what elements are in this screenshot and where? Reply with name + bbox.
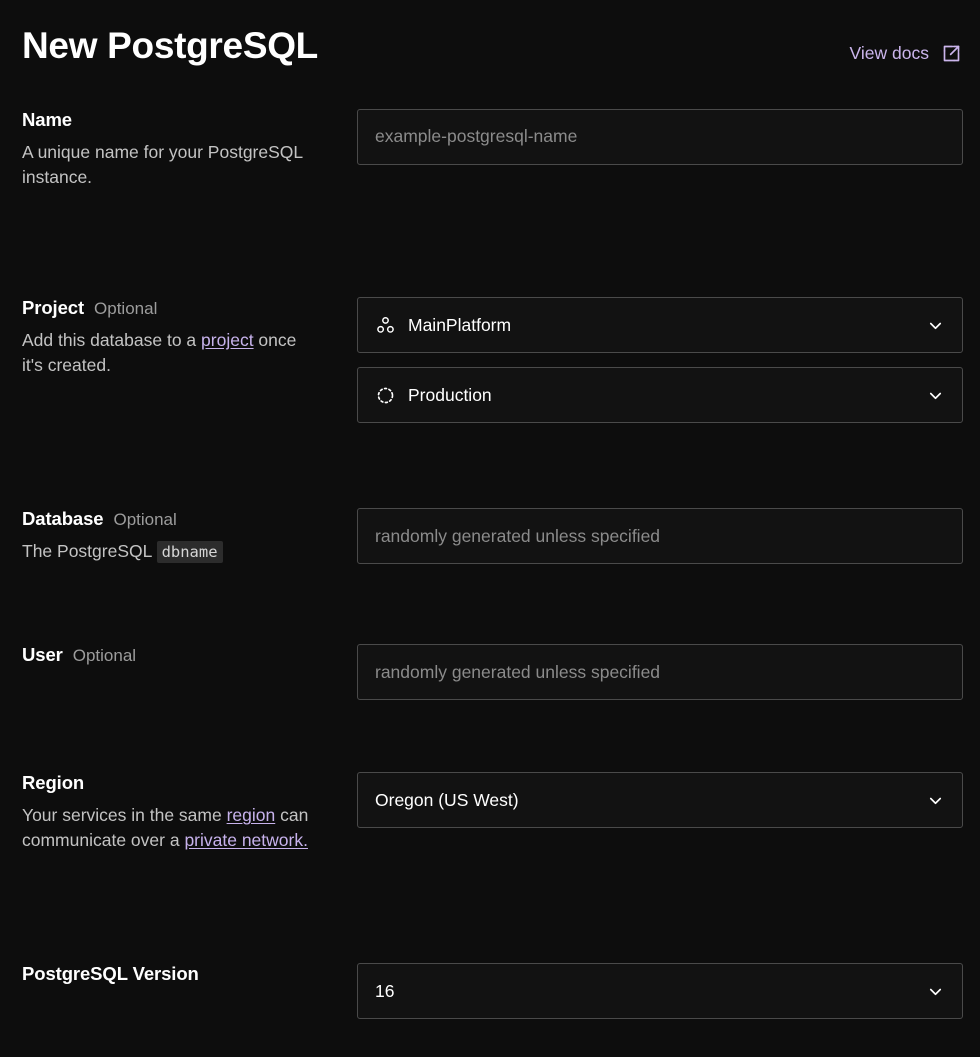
- name-label-group: Name A unique name for your PostgreSQL i…: [22, 109, 357, 190]
- form-row-database: Database Optional The PostgreSQL dbname …: [22, 508, 963, 565]
- database-optional-tag: Optional: [113, 510, 177, 530]
- view-docs-label: View docs: [849, 43, 929, 63]
- region-doc-link[interactable]: region: [227, 805, 276, 825]
- project-label: Project: [22, 297, 85, 319]
- project-optional-tag: Optional: [94, 299, 158, 319]
- version-control: 16: [357, 963, 963, 1020]
- region-select[interactable]: Oregon (US West): [357, 772, 963, 829]
- environment-select-value: Production: [408, 384, 492, 405]
- project-doc-link[interactable]: project: [201, 330, 254, 350]
- new-postgresql-form: Name A unique name for your PostgreSQL i…: [0, 108, 980, 1020]
- database-label-group: Database Optional The PostgreSQL dbname: [22, 508, 357, 564]
- database-control: randomly generated unless specified: [357, 508, 963, 565]
- form-row-name: Name A unique name for your PostgreSQL i…: [22, 108, 963, 190]
- external-link-icon: [941, 43, 962, 64]
- database-input[interactable]: randomly generated unless specified: [357, 508, 963, 565]
- project-control: MainPlatform Production: [357, 297, 963, 424]
- user-input-placeholder: randomly generated unless specified: [375, 661, 661, 682]
- name-control: example-postgresql-name: [357, 108, 963, 165]
- version-label-line: PostgreSQL Version: [22, 963, 337, 985]
- region-desc-pre: Your services in the same: [22, 805, 227, 826]
- name-label-line: Name: [22, 109, 337, 131]
- user-label-group: User Optional: [22, 644, 357, 666]
- version-label-group: PostgreSQL Version: [22, 963, 357, 985]
- project-label-group: Project Optional Add this database to a …: [22, 297, 357, 378]
- private-network-link[interactable]: private network.: [184, 830, 308, 850]
- form-row-project: Project Optional Add this database to a …: [22, 297, 963, 424]
- project-select-value: MainPlatform: [408, 314, 512, 335]
- dbname-code-chip: dbname: [156, 541, 223, 564]
- region-control: Oregon (US West): [357, 772, 963, 829]
- project-select[interactable]: MainPlatform: [357, 297, 963, 354]
- user-label-line: User Optional: [22, 644, 337, 666]
- chevron-down-icon: [926, 791, 945, 810]
- page-header: New PostgreSQL View docs: [0, 0, 980, 67]
- form-row-region: Region Your services in the same region …: [22, 772, 963, 853]
- project-desc-pre: Add this database to a: [22, 330, 202, 351]
- version-select-value: 16: [375, 980, 395, 1001]
- database-label: Database: [22, 508, 104, 530]
- view-docs-link[interactable]: View docs: [850, 43, 962, 64]
- chevron-down-icon: [926, 386, 945, 405]
- user-label: User: [22, 644, 63, 666]
- select-spacer: [357, 353, 962, 367]
- user-optional-tag: Optional: [72, 646, 137, 666]
- page-title: New PostgreSQL: [22, 25, 318, 66]
- name-description: A unique name for your PostgreSQL instan…: [22, 141, 303, 187]
- region-description: Your services in the same region can com…: [22, 803, 312, 853]
- database-desc-pre: The PostgreSQL: [22, 541, 157, 562]
- database-description: The PostgreSQL dbname: [22, 539, 312, 564]
- project-description: Add this database to a project once it's…: [22, 328, 312, 378]
- version-label: PostgreSQL Version: [22, 963, 199, 985]
- project-label-line: Project Optional: [22, 297, 337, 319]
- dashed-circle-icon: [375, 385, 396, 406]
- form-row-version: PostgreSQL Version 16: [22, 963, 963, 1020]
- version-select[interactable]: 16: [357, 963, 963, 1020]
- chevron-down-icon: [926, 982, 945, 1001]
- name-input[interactable]: example-postgresql-name: [357, 108, 963, 165]
- chevron-down-icon: [926, 316, 945, 335]
- name-input-placeholder: example-postgresql-name: [375, 126, 578, 147]
- user-input[interactable]: randomly generated unless specified: [357, 644, 963, 701]
- region-label-group: Region Your services in the same region …: [22, 772, 357, 853]
- group-cluster-icon: [375, 315, 396, 336]
- database-input-placeholder: randomly generated unless specified: [375, 525, 661, 546]
- name-label: Name: [22, 108, 72, 130]
- user-control: randomly generated unless specified: [357, 644, 963, 701]
- region-label-line: Region: [22, 772, 337, 794]
- form-row-user: User Optional randomly generated unless …: [22, 644, 963, 701]
- database-label-line: Database Optional: [22, 508, 337, 530]
- region-label: Region: [22, 772, 85, 794]
- environment-select[interactable]: Production: [357, 367, 963, 424]
- region-select-value: Oregon (US West): [375, 789, 519, 810]
